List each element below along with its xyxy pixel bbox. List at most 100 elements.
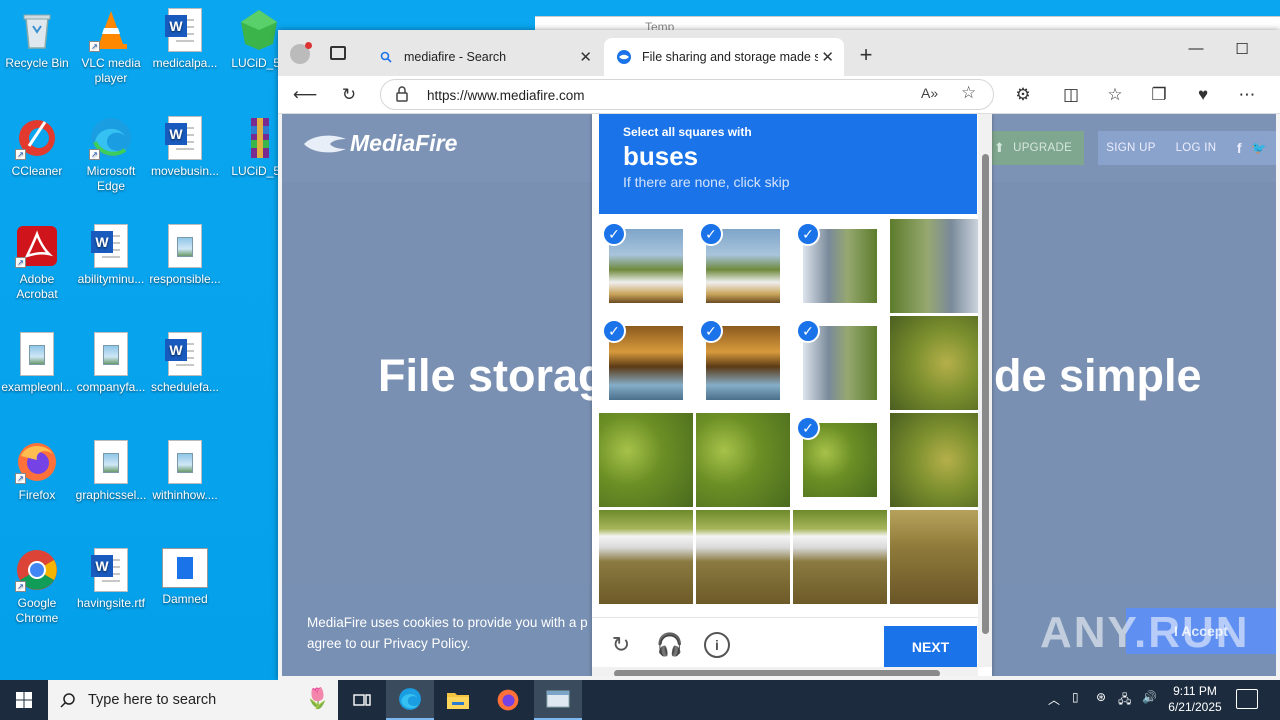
desktop-icon-schedulefa[interactable]: W schedulefa... — [148, 332, 222, 395]
twitter-icon[interactable]: 🐦 — [1252, 141, 1267, 155]
horizontal-scrollbar[interactable] — [592, 667, 978, 676]
desktop-icon-havingsite[interactable]: W havingsite.rtf — [74, 548, 148, 611]
more-options-icon[interactable]: ⋯ — [1234, 83, 1260, 107]
image-file-icon — [94, 440, 128, 484]
split-screen-icon[interactable]: ◫ — [1058, 83, 1084, 107]
ccleaner-icon: ↗ — [15, 116, 59, 160]
tab-mediafire-search[interactable]: mediafire - Search ✕ — [366, 38, 602, 76]
log-in-button[interactable]: LOG IN — [1164, 131, 1228, 165]
upgrade-button[interactable]: ⬆ UPGRADE — [982, 131, 1084, 165]
task-view-icon[interactable] — [338, 680, 386, 720]
desktop-icon-recycle-bin[interactable]: Recycle Bin — [0, 8, 74, 71]
tab-actions-icon[interactable] — [330, 46, 346, 60]
desktop-icon-medicalpa[interactable]: W medicalpa... — [148, 8, 222, 71]
captcha-cell[interactable] — [890, 413, 984, 507]
image-file-icon — [20, 332, 54, 376]
battery-icon[interactable]: ▯ — [1072, 690, 1079, 704]
desktop-icon-label: havingsite.rtf — [76, 596, 146, 610]
captcha-cell[interactable]: ✓ — [793, 316, 887, 410]
desktop-icon-responsible[interactable]: responsible... — [148, 224, 222, 287]
show-hidden-icons-icon[interactable]: ︿ — [1048, 691, 1060, 708]
close-tab-icon[interactable]: ✕ — [579, 48, 592, 66]
search-placeholder: Type here to search — [88, 692, 217, 708]
captcha-cell[interactable]: ✓ — [696, 219, 790, 313]
refresh-button[interactable]: ↻ — [336, 83, 362, 107]
address-bar[interactable]: https://www.mediafire.com A» ☆ — [380, 79, 994, 110]
audio-challenge-icon[interactable]: 🎧 — [656, 632, 683, 658]
read-aloud-icon[interactable]: A» — [921, 85, 938, 101]
tab-bar: mediafire - Search ✕ File sharing and st… — [278, 30, 1280, 76]
captcha-cell[interactable] — [890, 219, 984, 313]
check-icon: ✓ — [699, 319, 723, 343]
facebook-icon[interactable]: f — [1237, 140, 1242, 156]
taskbar-search-box[interactable]: Type here to search 🌷 — [48, 680, 338, 720]
desktop-icon-abilityminu[interactable]: W abilityminu... — [74, 224, 148, 287]
browser-essentials-icon[interactable]: ♥ — [1190, 83, 1216, 107]
taskbar-firefox-icon[interactable] — [484, 680, 532, 720]
tab-mediafire[interactable]: File sharing and storage made sin ✕ — [604, 38, 844, 76]
close-tab-icon[interactable]: ✕ — [821, 48, 834, 66]
info-icon[interactable]: i — [704, 632, 730, 658]
captcha-cell[interactable] — [890, 316, 984, 410]
social-links[interactable]: f 🐦 — [1228, 131, 1276, 165]
taskbar-edge-icon[interactable] — [386, 680, 434, 720]
captcha-prompt: Select all squares with buses If there a… — [599, 114, 977, 214]
favorite-star-icon[interactable]: ☆ — [961, 83, 976, 103]
taskbar: Type here to search 🌷 ︿ ▯ ⊛ 🖧 🔊 9:11 PM … — [0, 680, 1280, 720]
desktop-icon-label: responsible... — [149, 272, 221, 286]
cookie-text: MediaFire uses cookies to provide you wi… — [307, 615, 588, 651]
firefox-icon: ↗ — [15, 440, 59, 484]
new-tab-button[interactable]: + — [856, 42, 876, 68]
favorites-icon[interactable]: ☆ — [1102, 83, 1128, 107]
captcha-cell[interactable] — [890, 510, 984, 604]
logo-text: MediaFire — [350, 130, 458, 156]
adobe-acrobat-icon: ↗ — [15, 224, 59, 268]
next-button[interactable]: NEXT — [884, 626, 977, 668]
desktop-icon-damned[interactable]: Damned — [148, 548, 222, 607]
taskbar-file-explorer-icon[interactable] — [434, 680, 482, 720]
notifications-icon[interactable] — [1236, 689, 1258, 709]
sign-up-button[interactable]: SIGN UP — [1098, 131, 1164, 165]
captcha-cell[interactable] — [696, 510, 790, 604]
captcha-cell[interactable]: ✓ — [599, 316, 693, 410]
extensions-icon[interactable]: ⚙ — [1010, 83, 1036, 107]
flowers-search-highlight-icon: 🌷 — [305, 688, 330, 710]
desktop-icon-graphicssel[interactable]: graphicssel... — [74, 440, 148, 503]
captcha-cell[interactable]: ✓ — [793, 413, 887, 507]
maximize-button[interactable]: ☐ — [1222, 40, 1262, 58]
taskbar-app-window-icon[interactable] — [534, 680, 582, 720]
start-button[interactable] — [0, 680, 48, 720]
captcha-cell[interactable]: ✓ — [696, 316, 790, 410]
network-icon[interactable]: 🖧 — [1118, 690, 1131, 711]
tray-app-icon[interactable]: ⊛ — [1096, 690, 1106, 704]
profile-avatar-icon[interactable] — [290, 42, 312, 64]
edge-browser-window: mediafire - Search ✕ File sharing and st… — [278, 30, 1280, 680]
captcha-grid: ✓ ✓ ✓ ✓ ✓ ✓ ✓ — [599, 219, 984, 607]
desktop-icon-adobe-acrobat[interactable]: ↗ Adobe Acrobat — [0, 224, 74, 302]
captcha-cell[interactable] — [793, 510, 887, 604]
vertical-scrollbar[interactable] — [978, 114, 992, 667]
captcha-cell[interactable]: ✓ — [599, 219, 693, 313]
captcha-cell[interactable]: ✓ — [793, 219, 887, 313]
desktop-icon-firefox[interactable]: ↗ Firefox — [0, 440, 74, 503]
collections-icon[interactable]: ❐ — [1146, 83, 1172, 107]
desktop-icon-google-chrome[interactable]: ↗ Google Chrome — [0, 548, 74, 626]
desktop-icon-vlc[interactable]: ↗ VLC media player — [74, 8, 148, 86]
desktop-icon-microsoft-edge[interactable]: ↗ Microsoft Edge — [74, 116, 148, 194]
desktop-icon-companyfa[interactable]: companyfa... — [74, 332, 148, 395]
back-button[interactable]: ⟵ — [292, 83, 318, 107]
desktop-icon-withinhow[interactable]: withinhow.... — [148, 440, 222, 503]
desktop-icon-exampleonl[interactable]: exampleonl... — [0, 332, 74, 395]
captcha-cell[interactable] — [599, 510, 693, 604]
captcha-cell[interactable] — [599, 413, 693, 507]
hero-heading-left: File storag — [378, 350, 606, 401]
desktop-icon-movebusin[interactable]: W movebusin... — [148, 116, 222, 179]
desktop-icon-ccleaner[interactable]: ↗ CCleaner — [0, 116, 74, 179]
clock-date: 6/21/2025 — [1168, 700, 1222, 714]
minimize-button[interactable]: — — [1176, 40, 1216, 57]
refresh-challenge-icon[interactable]: ↻ — [608, 632, 634, 658]
captcha-cell[interactable] — [696, 413, 790, 507]
desktop-icon-label: withinhow.... — [152, 488, 218, 502]
mediafire-logo[interactable]: MediaFire — [302, 130, 457, 157]
clock[interactable]: 9:11 PM 6/21/2025 — [1150, 683, 1240, 715]
